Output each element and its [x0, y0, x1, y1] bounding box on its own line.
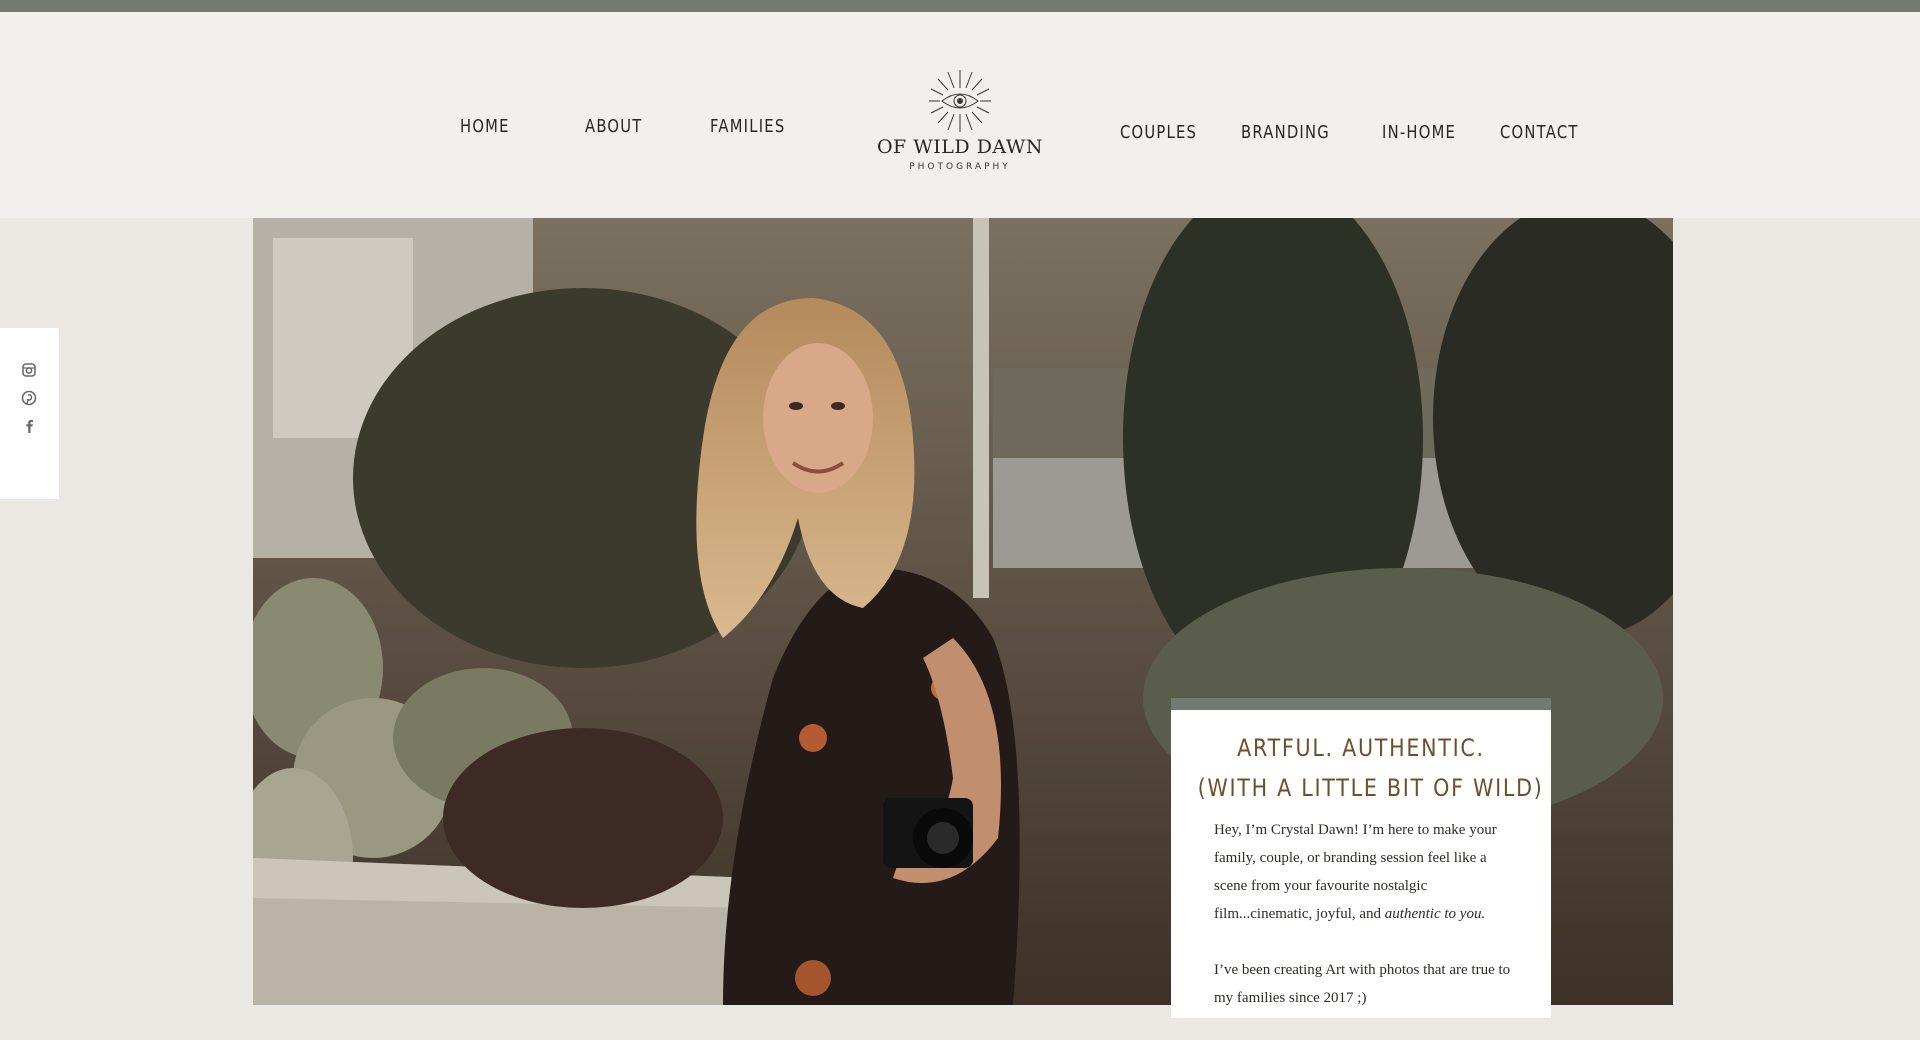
- sun-eye-icon: [929, 70, 991, 132]
- nav-branding[interactable]: BRANDING: [1241, 122, 1330, 143]
- social-sidebar: [0, 328, 59, 499]
- card-title-line2: (WITH A LITTLE BIT OF WILD): [1197, 774, 1544, 802]
- card-body: Hey, I’m Crystal Dawn! I’m here to make …: [1214, 816, 1519, 1040]
- top-accent-bar: [0, 0, 1920, 12]
- logo-subtitle: PHOTOGRAPHY: [909, 162, 1011, 172]
- logo-name: OF WILD DAWN: [876, 136, 1044, 158]
- facebook-icon[interactable]: [21, 418, 37, 434]
- nav-about[interactable]: ABOUT: [585, 116, 643, 137]
- nav-couples[interactable]: COUPLES: [1120, 122, 1197, 143]
- nav-contact[interactable]: CONTACT: [1500, 122, 1579, 143]
- site-logo[interactable]: OF WILD DAWN PHOTOGRAPHY: [860, 68, 1060, 198]
- card-accent-bar: [1171, 698, 1551, 710]
- card-title-line1: ARTFUL. AUTHENTIC.: [1237, 734, 1485, 762]
- nav-home[interactable]: HOME: [460, 116, 510, 137]
- pinterest-icon[interactable]: [21, 390, 37, 406]
- intro-paragraph-1: Hey, I’m Crystal Dawn! I’m here to make …: [1214, 816, 1519, 928]
- card-title: ARTFUL. AUTHENTIC. (WITH A LITTLE BIT OF…: [1197, 728, 1544, 808]
- site-header: HOME ABOUT FAMILIES OF WILD DAWN PHOTOGR…: [0, 12, 1920, 218]
- instagram-icon[interactable]: [21, 362, 37, 378]
- intro-text-italic: authentic to you.: [1384, 906, 1486, 922]
- intro-card: ARTFUL. AUTHENTIC. (WITH A LITTLE BIT OF…: [1171, 698, 1551, 1018]
- intro-paragraph-2: I’ve been creating Art with photos that …: [1214, 962, 1511, 1006]
- nav-in-home[interactable]: IN-HOME: [1382, 122, 1456, 143]
- nav-families[interactable]: FAMILIES: [710, 116, 785, 137]
